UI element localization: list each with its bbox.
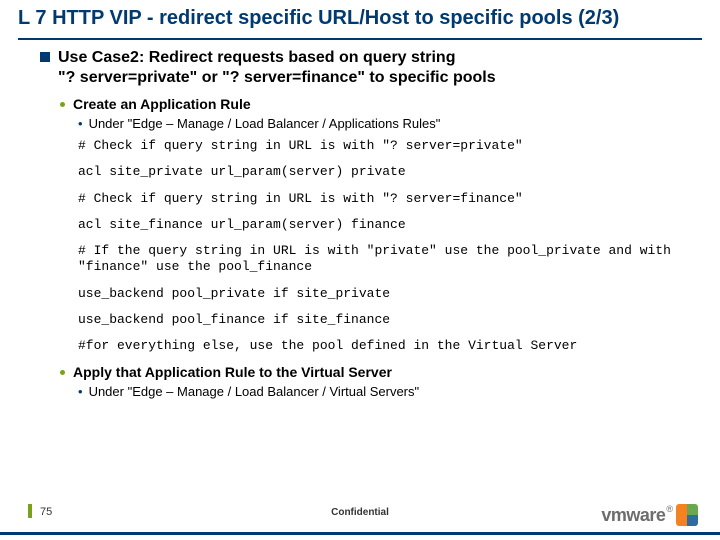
dot-bullet-icon xyxy=(60,370,65,375)
lvl2-list-a: • Under "Edge – Manage / Load Balancer /… xyxy=(78,116,692,132)
code-block: # Check if query string in URL is with "… xyxy=(78,138,692,354)
content: Use Case2: Redirect requests based on qu… xyxy=(0,40,720,540)
dot-bullet-icon xyxy=(60,102,65,107)
logo-text: vmware xyxy=(601,505,665,526)
create-rule-sub-text: Under "Edge – Manage / Load Balancer / A… xyxy=(89,116,441,131)
code-line: acl site_private url_param(server) priva… xyxy=(78,164,692,180)
code-line: # If the query string in URL is with "pr… xyxy=(78,243,692,276)
code-line: use_backend pool_private if site_private xyxy=(78,286,692,302)
lvl2-item-apply-sub: • Under "Edge – Manage / Load Balancer /… xyxy=(78,384,692,400)
footer-rule xyxy=(0,532,720,535)
vmware-logo: vmware ® xyxy=(601,504,698,526)
code-line: # Check if query string in URL is with "… xyxy=(78,191,692,207)
code-line: # Check if query string in URL is with "… xyxy=(78,138,692,154)
lvl2-item-create-sub: • Under "Edge – Manage / Load Balancer /… xyxy=(78,116,692,132)
usecase-sub: "? server=private" or "? server=finance"… xyxy=(58,69,496,86)
logo-box-icon xyxy=(676,504,698,526)
apply-rule-sub-text: Under "Edge – Manage / Load Balancer / V… xyxy=(89,384,420,399)
lvl1-list-b: Apply that Application Rule to the Virtu… xyxy=(60,364,692,380)
lvl1-item-apply: Apply that Application Rule to the Virtu… xyxy=(60,364,692,380)
small-bullet-icon: • xyxy=(78,116,83,132)
code-line: acl site_finance url_param(server) finan… xyxy=(78,217,692,233)
usecase-text: Use Case2: Redirect requests based on qu… xyxy=(58,48,496,88)
code-line: #for everything else, use the pool defin… xyxy=(78,338,692,354)
apply-rule-text: Apply that Application Rule to the Virtu… xyxy=(73,364,392,380)
code-line: use_backend pool_finance if site_finance xyxy=(78,312,692,328)
lvl1-list: Create an Application Rule xyxy=(60,96,692,112)
footer: 75 Confidential vmware ® xyxy=(0,512,720,540)
create-rule-text: Create an Application Rule xyxy=(73,96,251,112)
registered-icon: ® xyxy=(666,504,673,514)
square-bullet-icon xyxy=(40,52,50,62)
usecase-row: Use Case2: Redirect requests based on qu… xyxy=(40,48,692,88)
usecase-lead: Use Case2: Redirect requests based on qu… xyxy=(58,49,455,66)
slide: L 7 HTTP VIP - redirect specific URL/Hos… xyxy=(0,0,720,540)
small-bullet-icon: • xyxy=(78,384,83,400)
lvl1-item-create: Create an Application Rule xyxy=(60,96,692,112)
title-row: L 7 HTTP VIP - redirect specific URL/Hos… xyxy=(0,0,720,34)
slide-title: L 7 HTTP VIP - redirect specific URL/Hos… xyxy=(18,6,702,30)
lvl2-list-b: • Under "Edge – Manage / Load Balancer /… xyxy=(78,384,692,400)
